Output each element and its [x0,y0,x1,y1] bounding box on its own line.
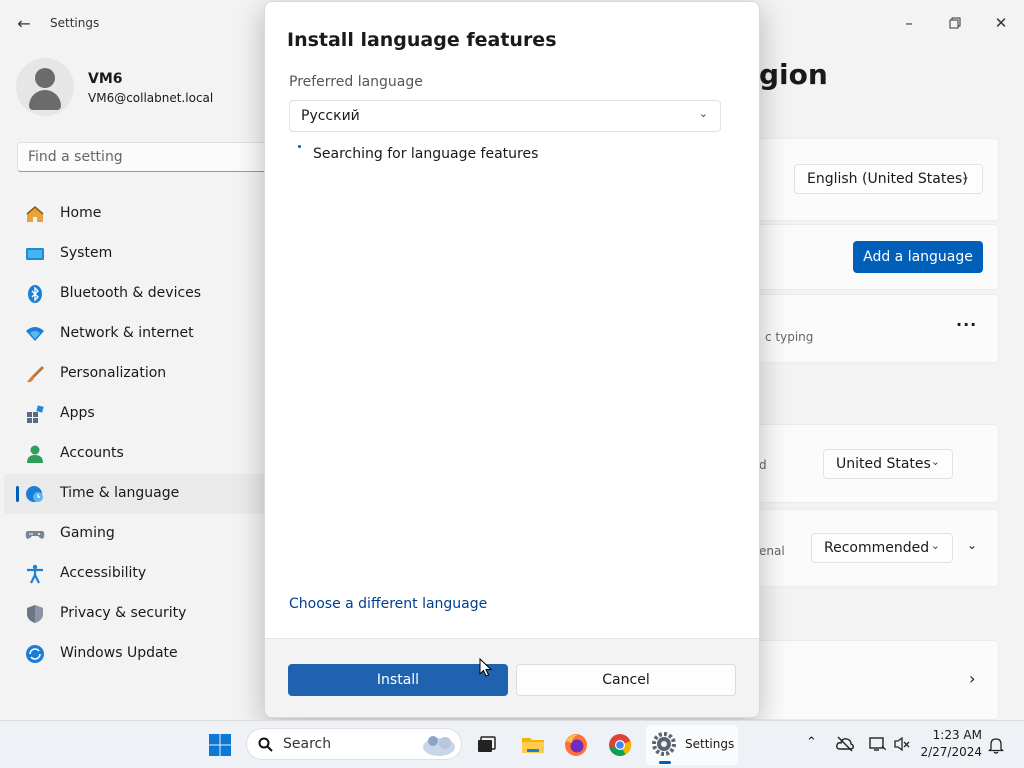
network-status-icon[interactable] [868,736,886,752]
chevron-down-icon: ⌄ [698,107,708,120]
search-icon [258,737,273,752]
loading-spinner-icon [298,145,301,148]
status-text: Searching for language features [313,146,539,162]
chevron-up-icon[interactable]: ⌃ [806,735,817,750]
cancel-button[interactable]: Cancel [516,664,736,696]
choose-different-language-link[interactable]: Choose a different language [289,596,487,612]
clock-time[interactable]: 1:23 AM [930,728,982,742]
taskbar: Search Settings ⌃ 1:23 AM 2/27/2024 [0,720,1024,768]
taskbar-search-label: Search [283,736,332,752]
gear-icon [652,732,676,756]
cloud-offline-icon[interactable] [836,736,854,752]
volume-muted-icon[interactable] [893,736,911,752]
preferred-language-select[interactable]: Русский ⌄ [289,100,721,132]
task-view-icon[interactable] [472,731,500,759]
preferred-language-label: Preferred language [289,74,423,90]
taskbar-search-box[interactable]: Search [246,728,462,760]
install-button[interactable]: Install [288,664,508,696]
file-explorer-icon[interactable] [519,731,547,759]
taskbar-settings-app[interactable]: Settings [646,725,738,765]
chrome-icon[interactable] [606,731,634,759]
running-indicator [659,761,671,764]
mouse-cursor-icon [479,658,493,677]
start-windows-icon[interactable] [206,731,234,759]
taskbar-settings-label: Settings [685,737,735,751]
dialog-footer: Install Cancel [265,638,759,717]
firefox-icon[interactable] [562,731,590,759]
search-highlight-icon [423,736,455,756]
dialog-title: Install language features [287,29,557,51]
clock-date[interactable]: 2/27/2024 [920,745,982,759]
notification-bell-icon[interactable] [988,736,1004,754]
preferred-language-value: Русский [301,108,360,124]
install-language-dialog: Install language features Preferred lang… [264,1,760,718]
